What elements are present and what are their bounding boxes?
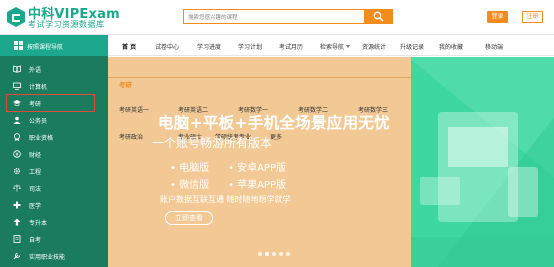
top-nav: 首 页 试卷中心 学习进度 学习计划 考试月历 检索导航 资源统计 升级记录 我… bbox=[108, 35, 554, 56]
sidebar-item-label: 外语 bbox=[29, 67, 42, 74]
sidebar-item-label: 专升本 bbox=[29, 220, 48, 227]
nav-study-plan[interactable]: 学习计划 bbox=[238, 42, 262, 51]
carousel-dot[interactable] bbox=[286, 252, 290, 256]
search-button[interactable] bbox=[365, 9, 393, 24]
sidebar-header: 按照课程导航 bbox=[0, 35, 108, 56]
sidebar-item-label: 自考 bbox=[29, 237, 42, 244]
feature-label: 安卓APP版 bbox=[237, 163, 286, 174]
book-icon bbox=[13, 65, 21, 73]
page: 中科VIPExam 考试学习资源数据库 搜索您感兴趣的课程 登录 注册 首 页 … bbox=[0, 0, 554, 267]
sidebar-item-foreign-language[interactable]: 外语 bbox=[0, 61, 108, 78]
sidebar-item-judicial[interactable]: 司法 bbox=[0, 180, 108, 197]
carousel-dot[interactable] bbox=[272, 252, 276, 256]
sidebar-item-engineering[interactable]: 工程 bbox=[0, 163, 108, 180]
search-icon bbox=[373, 11, 384, 22]
nav-mobile[interactable]: 移动端 bbox=[485, 42, 503, 51]
sidebar-item-computer[interactable]: 计算机 bbox=[0, 78, 108, 95]
badge-icon bbox=[14, 133, 20, 141]
sidebar-item-label: 工程 bbox=[29, 169, 42, 176]
upgrade-icon bbox=[13, 218, 21, 226]
sidebar-header-label: 按照课程导航 bbox=[27, 44, 64, 51]
link-politics[interactable]: 考研政治 bbox=[119, 132, 143, 141]
coin-icon bbox=[13, 150, 21, 158]
logo-subtitle: 考试学习资源数据库 bbox=[28, 20, 105, 29]
carousel-dot[interactable] bbox=[279, 252, 283, 256]
sidebar: 按照课程导航 外语 计算机 考研 公务员 职业资格 财经 工程 司法 医学 专升… bbox=[0, 35, 108, 267]
panel-divider bbox=[108, 77, 411, 78]
sidebar-item-self-study[interactable]: 自考 bbox=[0, 231, 108, 248]
nav-progress[interactable]: 学习进度 bbox=[197, 42, 221, 51]
login-button[interactable]: 登录 bbox=[487, 11, 508, 23]
logo-icon bbox=[7, 7, 25, 27]
sidebar-item-label: 司法 bbox=[29, 186, 42, 193]
monitor-icon bbox=[13, 82, 21, 90]
sidebar-item-finance[interactable]: 财经 bbox=[0, 146, 108, 163]
link-english-1[interactable]: 考研英语一 bbox=[119, 105, 149, 114]
search-input[interactable]: 搜索您感兴趣的课程 bbox=[183, 9, 365, 24]
book-open-icon bbox=[13, 235, 21, 243]
nav-exam-center[interactable]: 试卷中心 bbox=[155, 42, 179, 51]
feature-pc: • 电脑版 bbox=[170, 163, 210, 174]
carousel-dot[interactable] bbox=[265, 252, 269, 256]
view-now-button[interactable]: 立即查看 bbox=[165, 211, 213, 225]
sidebar-item-label: 计算机 bbox=[29, 84, 48, 91]
nav-upgrade-log[interactable]: 升级记录 bbox=[400, 42, 424, 51]
feature-wechat: • 微信版 bbox=[170, 180, 210, 191]
chevron-down-icon bbox=[346, 45, 350, 48]
nav-resource-stats[interactable]: 资源统计 bbox=[362, 42, 386, 51]
feature-android: • 安卓APP版 bbox=[228, 163, 286, 174]
sidebar-item-label: 公务员 bbox=[29, 118, 48, 125]
grid-icon bbox=[14, 41, 23, 50]
nav-search-guide[interactable]: 检索导航 bbox=[320, 42, 344, 51]
sidebar-item-label: 财经 bbox=[29, 152, 42, 159]
sidebar-item-vocational-skills[interactable]: 实用职业技能 bbox=[0, 248, 108, 265]
feature-label: 微信版 bbox=[179, 180, 210, 191]
panel-title: 考研 bbox=[119, 81, 132, 89]
register-button[interactable]: 注册 bbox=[522, 11, 543, 23]
sidebar-item-label: 职业资格 bbox=[29, 135, 54, 142]
logo[interactable]: 中科VIPExam 考试学习资源数据库 bbox=[4, 3, 154, 31]
selection-highlight bbox=[6, 94, 95, 112]
header: 中科VIPExam 考试学习资源数据库 搜索您感兴趣的课程 登录 注册 bbox=[0, 0, 554, 33]
person-icon bbox=[13, 116, 21, 124]
scale-icon bbox=[13, 184, 21, 192]
sidebar-item-upgrade[interactable]: 专升本 bbox=[0, 214, 108, 231]
feature-ios: • 苹果APP版 bbox=[228, 180, 286, 191]
sidebar-item-label: 医学 bbox=[29, 203, 42, 210]
nav-favorites[interactable]: 我的收藏 bbox=[439, 42, 463, 51]
sidebar-item-qualification[interactable]: 职业资格 bbox=[0, 129, 108, 146]
feature-label: 苹果APP版 bbox=[237, 180, 286, 191]
carousel-dot[interactable] bbox=[258, 252, 262, 256]
banner-note: 账户数据互联互通 随时随地想学就学 bbox=[160, 195, 291, 204]
banner-subline: 一个账号畅游所有版本 bbox=[152, 136, 273, 150]
sidebar-item-label: 实用职业技能 bbox=[29, 254, 66, 261]
sidebar-item-civil-servant[interactable]: 公务员 bbox=[0, 112, 108, 129]
gear-icon bbox=[13, 167, 21, 175]
medical-icon bbox=[13, 201, 21, 209]
tool-icon bbox=[13, 253, 20, 260]
banner-headline: 电脑+平板+手机全场景应用无忧 bbox=[158, 114, 390, 132]
nav-home[interactable]: 首 页 bbox=[122, 42, 136, 51]
sidebar-item-medical[interactable]: 医学 bbox=[0, 197, 108, 214]
feature-label: 电脑版 bbox=[179, 163, 210, 174]
nav-exam-calendar[interactable]: 考试月历 bbox=[279, 42, 303, 51]
